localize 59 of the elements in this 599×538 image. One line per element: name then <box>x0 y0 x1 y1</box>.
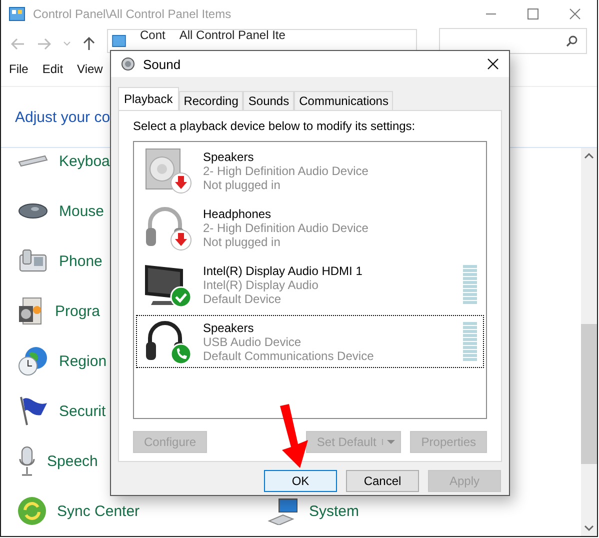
device-status: Not plugged in <box>203 234 282 248</box>
up-arrow-icon[interactable] <box>83 36 95 51</box>
instruction-text: Select a playback device below to modify its settings: <box>133 119 416 133</box>
control-panel-icon <box>112 34 126 47</box>
control-panel-item[interactable]: Sync Center <box>57 502 140 520</box>
device-name: Speakers <box>203 320 255 334</box>
scrollbar-thumb[interactable] <box>581 324 597 464</box>
dialog-title: Sound <box>143 56 181 72</box>
device-row[interactable]: Speakers 2- High Definition Audio Device Not plugged in <box>136 144 484 197</box>
device-row[interactable]: Headphones 2- High Definition Audio Device Not plugged in <box>136 201 484 254</box>
scrollbar[interactable] <box>581 148 597 536</box>
window-title: Control Panel\All Control Panel Items <box>33 7 232 22</box>
device-name: Speakers <box>203 150 255 164</box>
tab[interactable]: Communications <box>294 91 394 110</box>
control-panel-icon <box>9 7 25 22</box>
speaker-icon <box>121 57 135 71</box>
device-status: Default Communications Device <box>203 348 375 362</box>
control-panel-item[interactable]: Progra <box>55 302 100 320</box>
device-row[interactable]: Speakers USB Audio Device Default Communications Device <box>136 315 484 368</box>
device-driver: USB Audio Device <box>203 334 302 348</box>
globe-clock-icon <box>17 345 49 378</box>
tab[interactable]: Sounds <box>243 91 294 110</box>
control-panel-item[interactable]: System <box>309 502 360 520</box>
breadcrumb[interactable]: Cont <box>140 28 166 42</box>
search-icon <box>566 34 578 47</box>
computer-icon <box>267 497 299 526</box>
microphone-icon <box>17 445 37 478</box>
control-panel-item[interactable]: Securit <box>59 402 106 420</box>
device-driver: 2- High Definition Audio Device <box>203 220 370 234</box>
mouse-icon <box>17 201 49 222</box>
flag-icon <box>17 395 49 428</box>
speaker-icon <box>143 146 193 194</box>
device-status: Default Device <box>203 292 282 306</box>
keyboard-icon <box>17 154 49 168</box>
device-driver: Intel(R) Display Audio <box>203 278 320 292</box>
scroll-up-icon[interactable] <box>584 152 594 160</box>
sync-icon <box>17 496 47 526</box>
tab[interactable]: Playback <box>118 87 179 110</box>
device-row[interactable]: Intel(R) Display Audio HDMI 1 Intel(R) Display Audio Default Device <box>136 258 484 311</box>
control-panel-item[interactable]: Keyboa <box>59 152 110 170</box>
breadcrumb[interactable]: All Control Panel Ite <box>179 28 286 42</box>
tab[interactable]: Recording <box>178 91 244 110</box>
menu-item[interactable]: File <box>9 62 28 84</box>
control-panel-item[interactable]: Region <box>59 352 107 370</box>
menu-item[interactable]: View <box>77 62 103 84</box>
control-panel-item[interactable]: Phone <box>59 252 102 270</box>
control-panel-item[interactable]: Mouse <box>59 202 104 220</box>
menu-item[interactable]: Edit <box>42 62 64 84</box>
dialog-button[interactable]: Cancel <box>346 470 419 492</box>
device-driver: 2- High Definition Audio Device <box>203 164 370 178</box>
maximize-icon[interactable] <box>527 8 539 20</box>
close-icon[interactable] <box>487 58 499 70</box>
dialog-button[interactable]: OK <box>264 470 337 492</box>
control-panel-item[interactable]: Speech <box>47 452 98 470</box>
page-heading: Adjust your co <box>15 108 110 126</box>
scroll-down-icon[interactable] <box>584 524 594 532</box>
device-status: Not plugged in <box>203 178 282 192</box>
device-name: Intel(R) Display Audio HDMI 1 <box>203 264 364 278</box>
device-name: Headphones <box>203 206 272 220</box>
